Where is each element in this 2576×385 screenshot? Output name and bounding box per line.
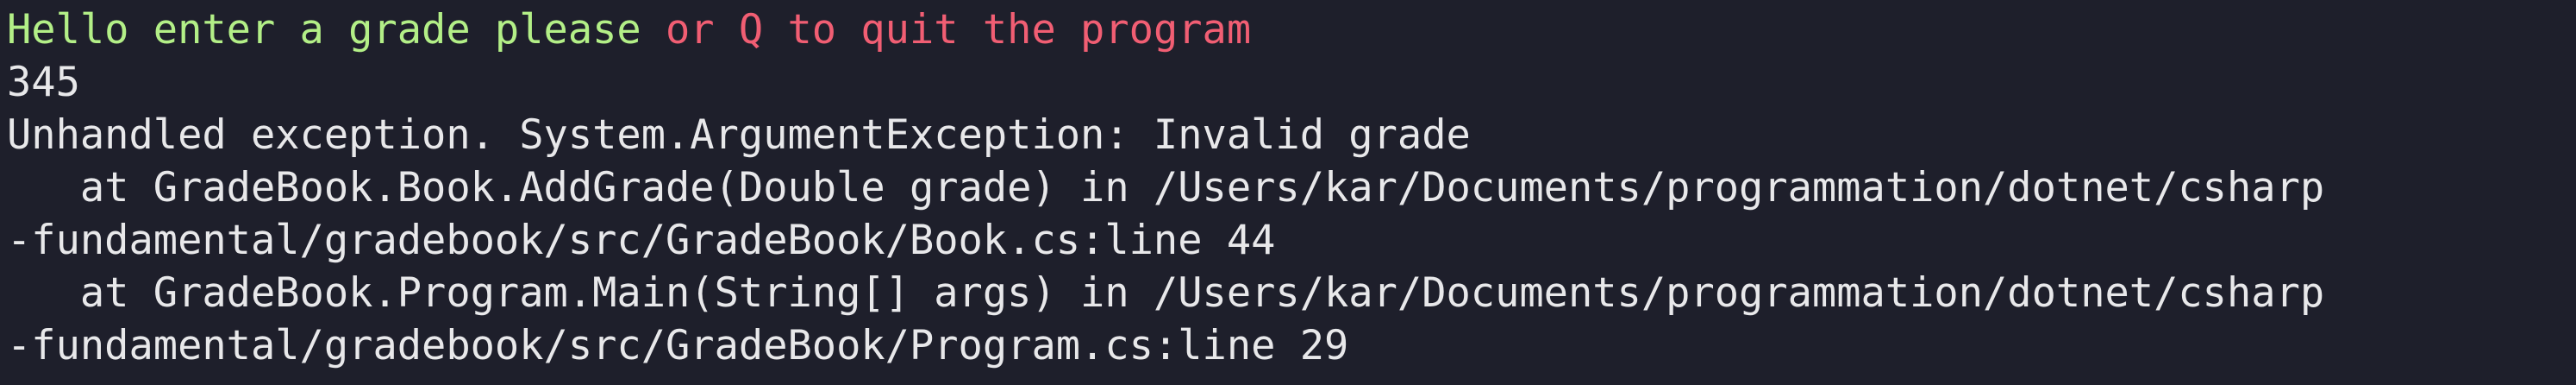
stack-trace-line: -fundamental/gradebook/src/GradeBook/Pro… (7, 322, 1349, 369)
prompt-text-green: Hello enter a grade please (7, 6, 666, 54)
stack-trace-line: at GradeBook.Book.AddGrade(Double grade)… (7, 164, 2325, 211)
stack-trace-line: at GradeBook.Program.Main(String[] args)… (7, 269, 2325, 317)
prompt-line: Hello enter a grade please or Q to quit … (7, 3, 2576, 56)
stack-trace-line: -fundamental/gradebook/src/GradeBook/Boo… (7, 217, 1276, 264)
user-input-line: 345 (7, 59, 80, 106)
terminal-output[interactable]: Hello enter a grade please or Q to quit … (0, 0, 2576, 385)
prompt-text-red: or Q to quit the program (666, 6, 1252, 54)
exception-line: Unhandled exception. System.ArgumentExce… (7, 111, 1471, 159)
